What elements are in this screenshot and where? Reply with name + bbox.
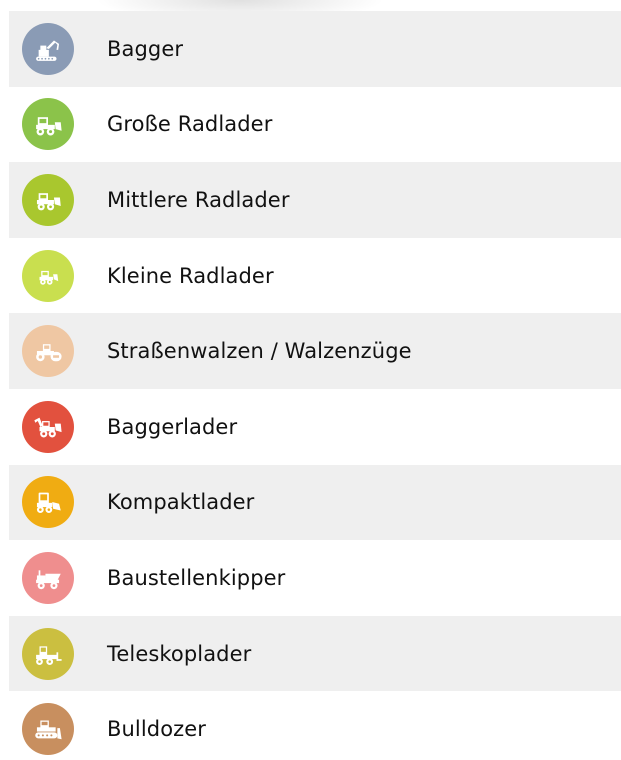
category-label: Bulldozer	[107, 717, 207, 742]
site-dumper-icon	[22, 551, 74, 604]
category-item-kleine-radlader[interactable]: Kleine Radlader	[9, 237, 621, 314]
category-label: Straßenwalzen / Walzenzüge	[107, 339, 412, 364]
large-wheel-loader-icon	[22, 98, 74, 151]
category-list-screen: Bagger Große Radlader Mittlere Radlader …	[0, 0, 621, 760]
category-item-mittlere-radlader[interactable]: Mittlere Radlader	[9, 162, 621, 238]
medium-wheel-loader-icon	[22, 173, 74, 226]
small-wheel-loader-icon	[22, 249, 74, 302]
category-item-bulldozer[interactable]: Bulldozer	[9, 691, 621, 760]
category-label: Kleine Radlader	[107, 263, 274, 288]
backhoe-loader-icon	[22, 400, 74, 453]
category-item-strassenwalzen[interactable]: Straßenwalzen / Walzenzüge	[9, 313, 621, 389]
category-item-grosse-radlader[interactable]: Große Radlader	[9, 86, 621, 163]
category-item-teleskoplader[interactable]: Teleskoplader	[9, 615, 621, 692]
category-label: Mittlere Radlader	[107, 187, 290, 212]
category-label: Baustellenkipper	[107, 565, 286, 590]
category-label: Kompaktlader	[107, 490, 255, 515]
bulldozer-icon	[22, 703, 74, 756]
machine-category-list: Bagger Große Radlader Mittlere Radlader …	[9, 11, 621, 760]
skid-steer-loader-icon	[22, 476, 74, 529]
category-item-bagger[interactable]: Bagger	[9, 11, 621, 87]
category-label: Bagger	[107, 36, 184, 61]
category-label: Große Radlader	[107, 112, 273, 137]
category-item-baggerlader[interactable]: Baggerlader	[9, 388, 621, 465]
road-roller-icon	[22, 325, 74, 378]
telehandler-icon	[22, 627, 74, 680]
category-item-kompaktlader[interactable]: Kompaktlader	[9, 464, 621, 541]
category-label: Baggerlader	[107, 414, 238, 439]
category-label: Teleskoplader	[107, 641, 252, 666]
category-item-baustellenkipper[interactable]: Baustellenkipper	[9, 540, 621, 616]
excavator-icon	[22, 22, 74, 75]
